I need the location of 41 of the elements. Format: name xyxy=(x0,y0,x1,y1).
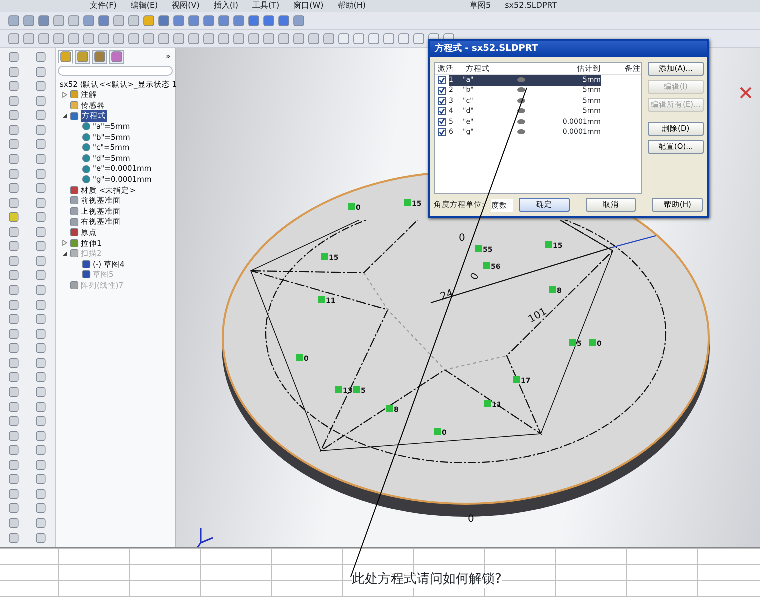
toolbar-icon[interactable] xyxy=(158,14,170,26)
toolbar-icon[interactable] xyxy=(248,14,260,26)
menu-item[interactable]: 工具(T) xyxy=(252,1,280,11)
collapse-icon[interactable] xyxy=(62,250,68,257)
toolbar-icon[interactable] xyxy=(263,14,275,26)
filter-field[interactable] xyxy=(58,66,173,76)
tab-icon xyxy=(60,51,72,63)
checkbox[interactable] xyxy=(438,76,446,84)
dimension-text: 0 xyxy=(469,271,482,282)
collapse-icon[interactable] xyxy=(62,112,68,119)
dimension-text: 0 xyxy=(468,514,474,525)
document-title: 草图5 xyxy=(470,1,492,11)
toolbar-icon[interactable] xyxy=(278,14,290,26)
menu-item[interactable]: 编辑(E) xyxy=(130,1,158,11)
tab-icon xyxy=(110,51,122,63)
menu-item[interactable]: 插入(I) xyxy=(214,1,238,11)
dialog-title: 方程式 - sx52.SLDPRT xyxy=(430,41,707,57)
tree-tab[interactable] xyxy=(92,50,107,64)
axis-triad-icon xyxy=(195,527,214,547)
tree-tab[interactable] xyxy=(75,50,90,64)
checkbox[interactable] xyxy=(438,107,446,116)
menu-item[interactable]: 帮助(H) xyxy=(338,1,366,11)
expand-icon[interactable] xyxy=(62,92,68,98)
checkbox[interactable] xyxy=(438,97,446,106)
dimension-text: 0 xyxy=(459,233,466,244)
tree-tab[interactable] xyxy=(109,50,124,64)
expand-icon[interactable] xyxy=(62,240,68,246)
menu-item[interactable]: 窗口(W) xyxy=(294,1,324,11)
tree-tab[interactable] xyxy=(58,50,73,64)
more-button[interactable]: » xyxy=(166,51,171,63)
tab-icon xyxy=(76,51,88,63)
checkbox[interactable] xyxy=(438,128,446,136)
checkbox[interactable] xyxy=(438,86,446,95)
file-title: sx52.SLDPRT xyxy=(505,1,558,11)
caption-text: 此处方程式请问如何解锁? xyxy=(352,572,502,588)
tab-icon xyxy=(94,51,106,63)
menu-item[interactable]: 视图(V) xyxy=(172,1,200,11)
close-icon xyxy=(740,87,752,99)
checkbox[interactable] xyxy=(438,118,446,126)
menu-item[interactable]: 文件(F) xyxy=(90,1,117,11)
dimension-text: 101 xyxy=(527,306,550,326)
